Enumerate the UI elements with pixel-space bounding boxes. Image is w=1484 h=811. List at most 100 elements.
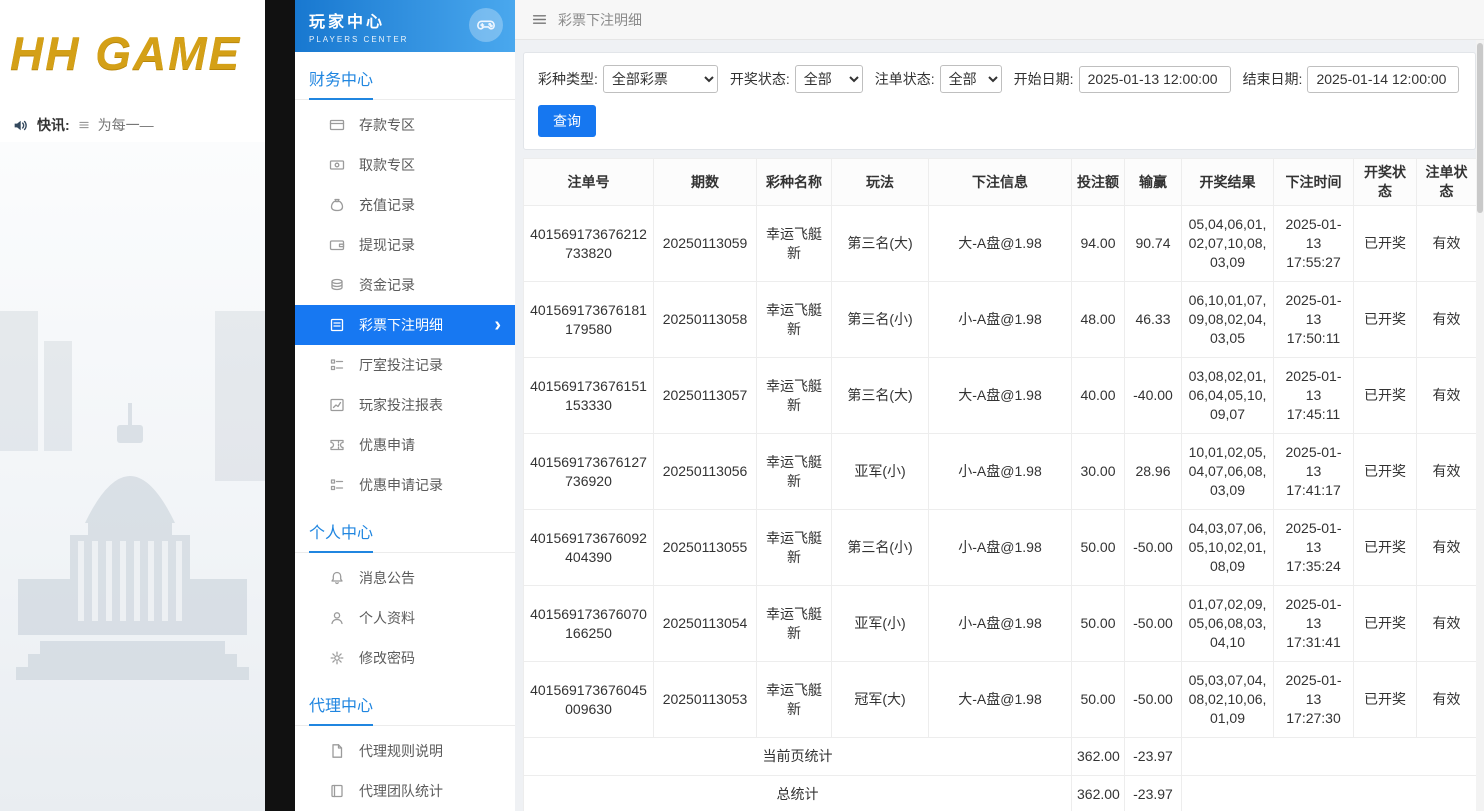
draw-status-select[interactable]: 全部 <box>795 65 863 93</box>
sidebar-subtitle: PLAYERS CENTER <box>309 35 501 44</box>
sidebar-item-agent-rules[interactable]: 代理规则说明 <box>295 731 515 771</box>
sidebar-item-agent-team-stats[interactable]: 代理团队统计 <box>295 771 515 811</box>
sidebar-item-funds-record[interactable]: 资金记录 <box>295 265 515 305</box>
sidebar-item-profile[interactable]: 个人资料 <box>295 598 515 638</box>
screen: HH GAME 快讯: 为每一— <box>0 0 1484 811</box>
cell-bet_id: 401569173676045009630 <box>524 662 654 738</box>
cell-win_loss: -50.00 <box>1125 662 1182 738</box>
query-button[interactable]: 查询 <box>538 105 596 137</box>
cell-win_loss: -50.00 <box>1125 510 1182 586</box>
draw-status-label: 开奖状态: <box>730 69 790 89</box>
scrollbar-thumb[interactable] <box>1477 43 1483 213</box>
cell-bet_info: 小-A盘@1.98 <box>929 510 1072 586</box>
cell-bet_time: 2025-01-13 17:31:41 <box>1274 586 1354 662</box>
sidebar-item-recharge-record[interactable]: 充值记录 <box>295 185 515 225</box>
cell-draw_result: 01,07,02,09,05,06,08,03,04,10 <box>1182 586 1274 662</box>
cell-period: 20250113058 <box>654 282 757 358</box>
sidebar-item-withdraw[interactable]: 取款专区 <box>295 145 515 185</box>
summary-row: 总统计362.00-23.97 <box>524 776 1477 811</box>
site-logo: HH GAME <box>10 26 241 80</box>
user-icon <box>329 610 345 626</box>
col-header-play: 玩法 <box>832 159 929 206</box>
doc-icon <box>329 743 345 759</box>
lottery-type-select[interactable]: 全部彩票 <box>603 65 718 93</box>
moneybag-icon <box>329 197 345 213</box>
sidebar-item-hall-bet-record[interactable]: 厅室投注记录 <box>295 345 515 385</box>
summary-label: 总统计 <box>524 776 1072 811</box>
menu-toggle[interactable] <box>531 11 548 28</box>
sidebar-item-lottery-bet-detail[interactable]: 彩票下注明细› <box>295 305 515 345</box>
col-header-bet_info: 下注信息 <box>929 159 1072 206</box>
section-title: 代理中心 <box>295 678 515 726</box>
sidebar-item-label: 充值记录 <box>359 195 415 215</box>
cell-bet_status: 有效 <box>1417 662 1477 738</box>
cell-bet_status: 有效 <box>1417 434 1477 510</box>
cell-lottery_name: 幸运飞艇新 <box>757 206 832 282</box>
table-row: 40156917367621273382020250113059幸运飞艇新第三名… <box>524 206 1477 282</box>
card-icon <box>329 117 345 133</box>
cell-draw_status: 已开奖 <box>1354 282 1417 358</box>
sidebar-header: 玩家中心 PLAYERS CENTER <box>295 0 515 52</box>
cell-bet_status: 有效 <box>1417 510 1477 586</box>
start-date-group: 开始日期: <box>1014 66 1231 93</box>
cell-bet_amount: 40.00 <box>1072 358 1125 434</box>
cell-bet_info: 大-A盘@1.98 <box>929 358 1072 434</box>
col-header-bet_id: 注单号 <box>524 159 654 206</box>
summary-row: 当前页统计362.00-23.97 <box>524 738 1477 776</box>
book-icon <box>329 783 345 799</box>
cell-bet_amount: 48.00 <box>1072 282 1125 358</box>
end-date-group: 结束日期: <box>1243 66 1460 93</box>
cell-lottery_name: 幸运飞艇新 <box>757 586 832 662</box>
sidebar-item-cashout-record[interactable]: 提现记录 <box>295 225 515 265</box>
chart-icon <box>329 397 345 413</box>
cell-bet_time: 2025-01-13 17:55:27 <box>1274 206 1354 282</box>
background-site: HH GAME 快讯: 为每一— <box>0 0 265 811</box>
cell-draw_status: 已开奖 <box>1354 510 1417 586</box>
col-header-lottery_name: 彩种名称 <box>757 159 832 206</box>
summary-win-loss: -23.97 <box>1125 738 1182 776</box>
section-title: 财务中心 <box>295 52 515 100</box>
draw-status-group: 开奖状态: 全部 <box>730 65 863 93</box>
gear-icon <box>329 650 345 666</box>
sidebar-item-player-bet-report[interactable]: 玩家投注报表 <box>295 385 515 425</box>
sidebar-item-promo-apply[interactable]: 优惠申请 <box>295 425 515 465</box>
cell-lottery_name: 幸运飞艇新 <box>757 510 832 586</box>
sidebar-item-label: 优惠申请记录 <box>359 475 443 495</box>
sidebar-item-label: 提现记录 <box>359 235 415 255</box>
sidebar-nav: 财务中心存款专区取款专区充值记录提现记录资金记录彩票下注明细›厅室投注记录玩家投… <box>295 52 515 811</box>
table-row: 40156917367609240439020250113055幸运飞艇新第三名… <box>524 510 1477 586</box>
cell-lottery_name: 幸运飞艇新 <box>757 358 832 434</box>
ticker-label: 快讯: <box>37 115 70 135</box>
lottery-type-group: 彩种类型: 全部彩票 <box>538 65 718 93</box>
end-date-input[interactable] <box>1307 66 1459 93</box>
bet-status-select[interactable]: 全部 <box>940 65 1002 93</box>
sidebar-item-change-password[interactable]: 修改密码 <box>295 638 515 678</box>
cell-play: 第三名(小) <box>832 282 929 358</box>
cell-bet_time: 2025-01-13 17:50:11 <box>1274 282 1354 358</box>
menu-icon <box>531 11 548 28</box>
cell-bet_id: 401569173676212733820 <box>524 206 654 282</box>
speaker-icon-wrap <box>12 117 29 134</box>
cell-bet_info: 大-A盘@1.98 <box>929 206 1072 282</box>
cell-draw_status: 已开奖 <box>1354 206 1417 282</box>
cell-draw_result: 10,01,02,05,04,07,06,08,03,09 <box>1182 434 1274 510</box>
cell-draw_result: 03,08,02,01,06,04,05,10,09,07 <box>1182 358 1274 434</box>
sidebar-item-deposit[interactable]: 存款专区 <box>295 105 515 145</box>
sidebar-item-notice[interactable]: 消息公告 <box>295 558 515 598</box>
cell-draw_result: 06,10,01,07,09,08,02,04,03,05 <box>1182 282 1274 358</box>
scrollbar-track[interactable] <box>1476 40 1484 811</box>
sidebar-item-promo-apply-record[interactable]: 优惠申请记录 <box>295 465 515 505</box>
cell-play: 第三名(小) <box>832 510 929 586</box>
list-icon-wrap <box>78 119 90 131</box>
cell-bet_amount: 50.00 <box>1072 510 1125 586</box>
cell-period: 20250113056 <box>654 434 757 510</box>
cell-draw_result: 05,04,06,01,02,07,10,08,03,09 <box>1182 206 1274 282</box>
cell-draw_result: 05,03,07,04,08,02,10,06,01,09 <box>1182 662 1274 738</box>
cell-win_loss: 28.96 <box>1125 434 1182 510</box>
start-date-input[interactable] <box>1079 66 1231 93</box>
end-date-label: 结束日期: <box>1243 69 1303 89</box>
content-area: 彩种类型: 全部彩票 开奖状态: 全部 注单状态: 全部 开始日期: <box>515 40 1484 811</box>
cell-play: 冠军(大) <box>832 662 929 738</box>
table-row: 40156917367618117958020250113058幸运飞艇新第三名… <box>524 282 1477 358</box>
controller-badge <box>469 8 503 42</box>
